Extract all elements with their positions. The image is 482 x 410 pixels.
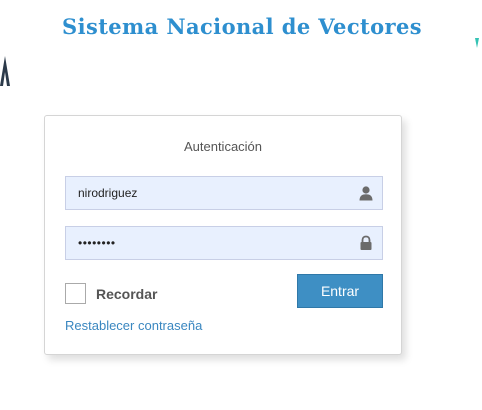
- logo-fragment-left: [0, 56, 10, 86]
- username-value: nirodriguez: [78, 186, 138, 200]
- password-field[interactable]: ••••••••: [65, 226, 383, 260]
- remember-label[interactable]: Recordar: [96, 286, 157, 302]
- login-button[interactable]: Entrar: [297, 274, 383, 308]
- lock-icon: [360, 235, 372, 250]
- login-page: Sistema Nacional de Vectores Autenticaci…: [0, 0, 482, 410]
- reset-password-link[interactable]: Restablecer contraseña: [65, 318, 202, 333]
- login-heading: Autenticación: [183, 139, 263, 154]
- password-value: ••••••••: [78, 236, 116, 250]
- remember-checkbox[interactable]: [65, 283, 86, 304]
- logo-fragment-right: [475, 38, 479, 48]
- site-title: Sistema Nacional de Vectores: [62, 14, 422, 39]
- username-field[interactable]: nirodriguez: [65, 176, 383, 210]
- user-icon: [359, 186, 373, 201]
- login-panel: Autenticación nirodriguez •••••••• Recor…: [44, 115, 402, 355]
